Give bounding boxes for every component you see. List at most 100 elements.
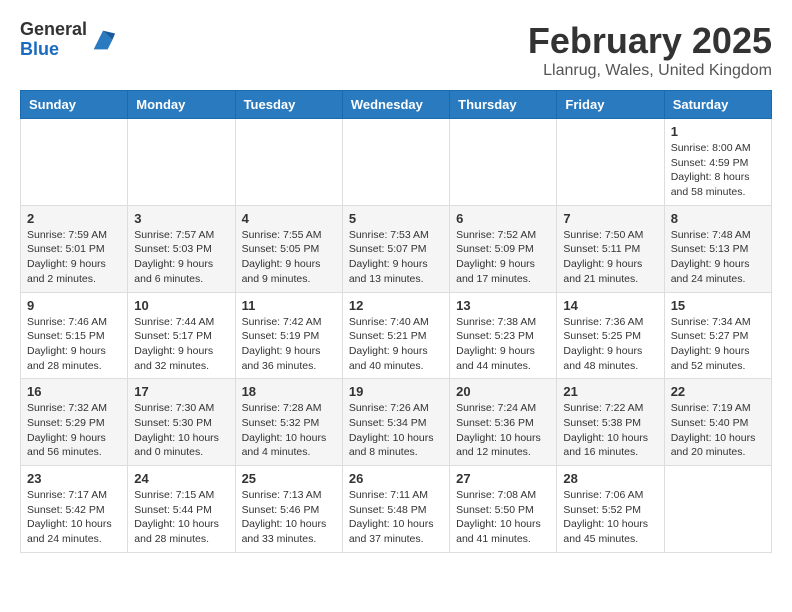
- calendar-week-row: 1 Sunrise: 8:00 AM Sunset: 4:59 PM Daylig…: [21, 119, 772, 206]
- day-info: Sunrise: 7:46 AM Sunset: 5:15 PM Dayligh…: [27, 315, 121, 374]
- calendar-cell: 6 Sunrise: 7:52 AM Sunset: 5:09 PM Daylig…: [450, 205, 557, 292]
- logo-icon: [89, 26, 117, 54]
- day-number: 22: [671, 384, 765, 399]
- calendar-cell: [450, 119, 557, 206]
- month-title: February 2025: [528, 20, 772, 62]
- calendar-table: SundayMondayTuesdayWednesdayThursdayFrid…: [20, 90, 772, 553]
- day-info: Sunrise: 7:19 AM Sunset: 5:40 PM Dayligh…: [671, 401, 765, 460]
- day-number: 18: [242, 384, 336, 399]
- day-info: Sunrise: 7:36 AM Sunset: 5:25 PM Dayligh…: [563, 315, 657, 374]
- calendar-cell: 9 Sunrise: 7:46 AM Sunset: 5:15 PM Daylig…: [21, 292, 128, 379]
- calendar-cell: [557, 119, 664, 206]
- calendar-cell: 26Sunrise: 7:11 AM Sunset: 5:48 PM Dayli…: [342, 466, 449, 553]
- day-info: Sunrise: 7:24 AM Sunset: 5:36 PM Dayligh…: [456, 401, 550, 460]
- calendar-week-row: 23 Sunrise: 7:17 AM Sunset: 5:42 PM Dayli…: [21, 466, 772, 553]
- column-header-tuesday: Tuesday: [235, 91, 342, 119]
- calendar-cell: 15 Sunrise: 7:34 AM Sunset: 5:27 PM Dayli…: [664, 292, 771, 379]
- day-number: 28: [563, 471, 657, 486]
- calendar-cell: 16 Sunrise: 7:32 AM Sunset: 5:29 PM Dayli…: [21, 379, 128, 466]
- calendar-header-row: SundayMondayTuesdayWednesdayThursdayFrid…: [21, 91, 772, 119]
- calendar-cell: 4 Sunrise: 7:55 AM Sunset: 5:05 PM Daylig…: [235, 205, 342, 292]
- day-info: Sunrise: 7:15 AM Sunset: 5:44 PM Dayligh…: [134, 488, 228, 547]
- day-number: 20: [456, 384, 550, 399]
- calendar-cell: 12 Sunrise: 7:40 AM Sunset: 5:21 PM Dayli…: [342, 292, 449, 379]
- day-number: 12: [349, 298, 443, 313]
- day-info: Sunrise: 7:52 AM Sunset: 5:09 PM Dayligh…: [456, 228, 550, 287]
- calendar-week-row: 16 Sunrise: 7:32 AM Sunset: 5:29 PM Dayli…: [21, 379, 772, 466]
- calendar-cell: 28 Sunrise: 7:06 AM Sunset: 5:52 PM Dayli…: [557, 466, 664, 553]
- day-info: Sunrise: 7:34 AM Sunset: 5:27 PM Dayligh…: [671, 315, 765, 374]
- day-info: Sunrise: 7:17 AM Sunset: 5:42 PM Dayligh…: [27, 488, 121, 547]
- column-header-sunday: Sunday: [21, 91, 128, 119]
- day-info: Sunrise: 7:26 AM Sunset: 5:34 PM Dayligh…: [349, 401, 443, 460]
- day-info: Sunrise: 7:11 AM Sunset: 5:48 PM Dayligh…: [349, 488, 443, 547]
- day-info: Sunrise: 7:59 AM Sunset: 5:01 PM Dayligh…: [27, 228, 121, 287]
- day-number: 24: [134, 471, 228, 486]
- calendar-cell: 21 Sunrise: 7:22 AM Sunset: 5:38 PM Dayli…: [557, 379, 664, 466]
- day-number: 15: [671, 298, 765, 313]
- day-info: Sunrise: 7:57 AM Sunset: 5:03 PM Dayligh…: [134, 228, 228, 287]
- day-number: 17: [134, 384, 228, 399]
- day-info: Sunrise: 7:44 AM Sunset: 5:17 PM Dayligh…: [134, 315, 228, 374]
- day-number: 2: [27, 211, 121, 226]
- day-number: 25: [242, 471, 336, 486]
- calendar-week-row: 9 Sunrise: 7:46 AM Sunset: 5:15 PM Daylig…: [21, 292, 772, 379]
- calendar-cell: [664, 466, 771, 553]
- day-number: 5: [349, 211, 443, 226]
- day-info: Sunrise: 7:30 AM Sunset: 5:30 PM Dayligh…: [134, 401, 228, 460]
- calendar-cell: 13 Sunrise: 7:38 AM Sunset: 5:23 PM Dayli…: [450, 292, 557, 379]
- calendar-cell: 24 Sunrise: 7:15 AM Sunset: 5:44 PM Dayli…: [128, 466, 235, 553]
- day-info: Sunrise: 7:08 AM Sunset: 5:50 PM Dayligh…: [456, 488, 550, 547]
- day-info: Sunrise: 8:00 AM Sunset: 4:59 PM Dayligh…: [671, 141, 765, 200]
- logo-general-text: General: [20, 19, 87, 39]
- day-info: Sunrise: 7:06 AM Sunset: 5:52 PM Dayligh…: [563, 488, 657, 547]
- day-number: 3: [134, 211, 228, 226]
- day-number: 11: [242, 298, 336, 313]
- day-info: Sunrise: 7:28 AM Sunset: 5:32 PM Dayligh…: [242, 401, 336, 460]
- day-number: 9: [27, 298, 121, 313]
- day-info: Sunrise: 7:13 AM Sunset: 5:46 PM Dayligh…: [242, 488, 336, 547]
- calendar-cell: 17 Sunrise: 7:30 AM Sunset: 5:30 PM Dayli…: [128, 379, 235, 466]
- calendar-cell: 23 Sunrise: 7:17 AM Sunset: 5:42 PM Dayli…: [21, 466, 128, 553]
- day-info: Sunrise: 7:22 AM Sunset: 5:38 PM Dayligh…: [563, 401, 657, 460]
- column-header-monday: Monday: [128, 91, 235, 119]
- day-number: 4: [242, 211, 336, 226]
- day-number: 6: [456, 211, 550, 226]
- day-number: 23: [27, 471, 121, 486]
- column-header-wednesday: Wednesday: [342, 91, 449, 119]
- day-number: 7: [563, 211, 657, 226]
- column-header-thursday: Thursday: [450, 91, 557, 119]
- day-info: Sunrise: 7:32 AM Sunset: 5:29 PM Dayligh…: [27, 401, 121, 460]
- day-number: 14: [563, 298, 657, 313]
- day-info: Sunrise: 7:53 AM Sunset: 5:07 PM Dayligh…: [349, 228, 443, 287]
- day-info: Sunrise: 7:48 AM Sunset: 5:13 PM Dayligh…: [671, 228, 765, 287]
- calendar-cell: 27Sunrise: 7:08 AM Sunset: 5:50 PM Dayli…: [450, 466, 557, 553]
- calendar-cell: 8Sunrise: 7:48 AM Sunset: 5:13 PM Daylig…: [664, 205, 771, 292]
- day-info: Sunrise: 7:40 AM Sunset: 5:21 PM Dayligh…: [349, 315, 443, 374]
- day-number: 21: [563, 384, 657, 399]
- calendar-week-row: 2 Sunrise: 7:59 AM Sunset: 5:01 PM Daylig…: [21, 205, 772, 292]
- calendar-cell: [128, 119, 235, 206]
- day-number: 16: [27, 384, 121, 399]
- day-number: 1: [671, 124, 765, 139]
- column-header-friday: Friday: [557, 91, 664, 119]
- calendar-cell: 1 Sunrise: 8:00 AM Sunset: 4:59 PM Daylig…: [664, 119, 771, 206]
- calendar-cell: 5 Sunrise: 7:53 AM Sunset: 5:07 PM Daylig…: [342, 205, 449, 292]
- calendar-cell: 19 Sunrise: 7:26 AM Sunset: 5:34 PM Dayli…: [342, 379, 449, 466]
- column-header-saturday: Saturday: [664, 91, 771, 119]
- calendar-cell: 3 Sunrise: 7:57 AM Sunset: 5:03 PM Daylig…: [128, 205, 235, 292]
- calendar-cell: 18 Sunrise: 7:28 AM Sunset: 5:32 PM Dayli…: [235, 379, 342, 466]
- day-info: Sunrise: 7:38 AM Sunset: 5:23 PM Dayligh…: [456, 315, 550, 374]
- calendar-cell: 7 Sunrise: 7:50 AM Sunset: 5:11 PM Daylig…: [557, 205, 664, 292]
- day-info: Sunrise: 7:50 AM Sunset: 5:11 PM Dayligh…: [563, 228, 657, 287]
- day-number: 10: [134, 298, 228, 313]
- day-info: Sunrise: 7:55 AM Sunset: 5:05 PM Dayligh…: [242, 228, 336, 287]
- day-number: 13: [456, 298, 550, 313]
- calendar-cell: 11 Sunrise: 7:42 AM Sunset: 5:19 PM Dayli…: [235, 292, 342, 379]
- page-header: General Blue February 2025 Llanrug, Wale…: [20, 20, 772, 80]
- logo-blue-text: Blue: [20, 39, 59, 59]
- day-info: Sunrise: 7:42 AM Sunset: 5:19 PM Dayligh…: [242, 315, 336, 374]
- day-number: 19: [349, 384, 443, 399]
- calendar-cell: [235, 119, 342, 206]
- calendar-cell: 10 Sunrise: 7:44 AM Sunset: 5:17 PM Dayli…: [128, 292, 235, 379]
